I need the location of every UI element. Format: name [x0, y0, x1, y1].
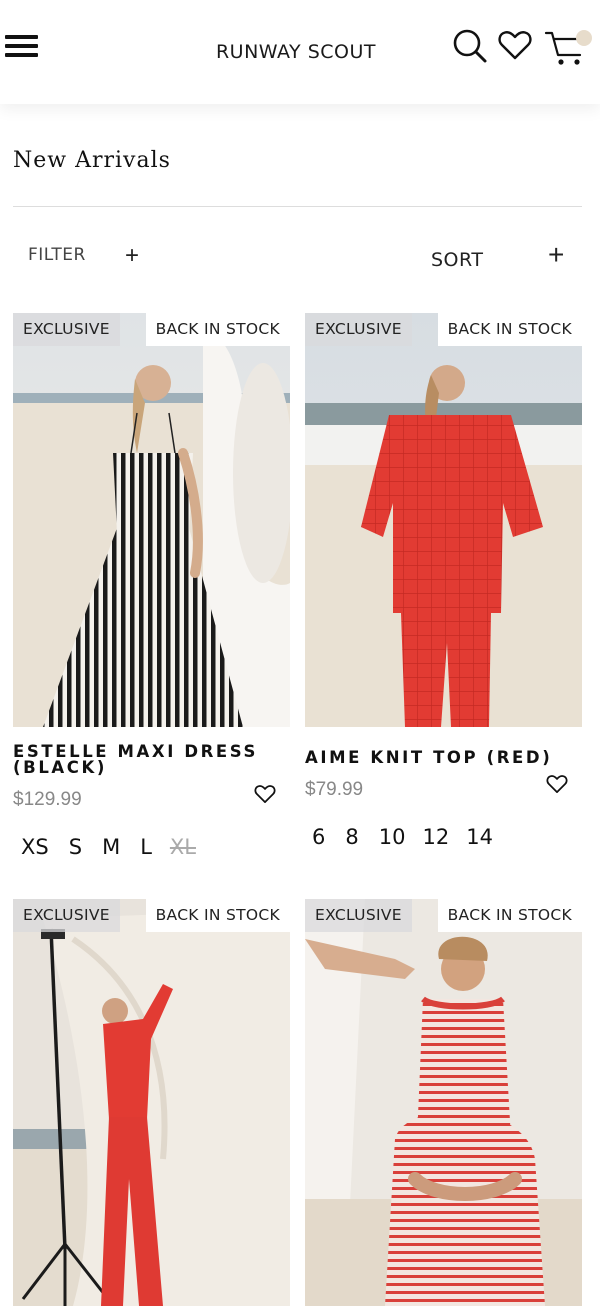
product-name[interactable]: AIME KNIT TOP (RED) [305, 749, 582, 766]
badge-exclusive: EXCLUSIVE [13, 313, 120, 346]
size-option[interactable]: 10 [379, 825, 406, 849]
size-option[interactable]: 12 [422, 825, 449, 849]
site-header: RUNWAY SCOUT [0, 0, 600, 104]
badge-exclusive: EXCLUSIVE [13, 899, 120, 932]
badge-back-in-stock: BACK IN STOCK [437, 899, 582, 932]
sort-label: SORT [431, 249, 484, 271]
product-name[interactable]: ESTELLE MAXI DRESS (BLACK) [13, 743, 290, 776]
search-icon[interactable] [452, 28, 488, 64]
menu-icon[interactable] [5, 33, 39, 61]
size-options: 6 8 10 12 14 [305, 825, 493, 849]
filter-button[interactable]: FILTER + [28, 242, 139, 269]
size-option[interactable]: 8 [345, 825, 358, 849]
product-image[interactable]: EXCLUSIVE BACK IN STOCK [305, 313, 582, 727]
size-option[interactable]: XS [21, 835, 49, 859]
product-price: $79.99 [305, 779, 364, 800]
cart-count-badge [576, 30, 592, 46]
product-photo [305, 313, 582, 727]
product-photo [305, 899, 582, 1306]
product-price: $129.99 [13, 789, 82, 810]
product-card: EXCLUSIVE BACK IN STOCK [13, 899, 290, 1306]
product-image[interactable]: EXCLUSIVE BACK IN STOCK [13, 899, 290, 1306]
filter-plus-icon: + [125, 242, 140, 269]
wishlist-heart-icon[interactable] [254, 784, 276, 804]
page-title: New Arrivals [13, 148, 171, 173]
badge-exclusive: EXCLUSIVE [305, 899, 412, 932]
product-card: EXCLUSIVE BACK IN STOCK [305, 899, 582, 1306]
size-option[interactable]: S [69, 835, 82, 859]
product-image[interactable]: EXCLUSIVE BACK IN STOCK [305, 899, 582, 1306]
product-card: EXCLUSIVE BACK IN STOCK ESTELLE MAXI DRE… [13, 313, 290, 873]
heart-icon[interactable] [498, 29, 532, 61]
product-photo [13, 313, 290, 727]
sort-plus-icon: + [548, 239, 565, 270]
wishlist-heart-icon[interactable] [546, 774, 568, 794]
divider [13, 206, 582, 207]
product-photo [13, 899, 290, 1306]
size-option-unavailable: XL [169, 835, 196, 859]
size-option[interactable]: L [140, 835, 152, 859]
badge-back-in-stock: BACK IN STOCK [145, 899, 290, 932]
size-options: XS S M L XL [13, 835, 196, 859]
product-image[interactable]: EXCLUSIVE BACK IN STOCK [13, 313, 290, 727]
badge-back-in-stock: BACK IN STOCK [145, 313, 290, 346]
size-option[interactable]: M [102, 835, 120, 859]
size-option[interactable]: 14 [466, 825, 493, 849]
badge-back-in-stock: BACK IN STOCK [437, 313, 582, 346]
product-card: EXCLUSIVE BACK IN STOCK AIME KNIT TOP (R… [305, 313, 582, 873]
sort-button[interactable]: SORT + [431, 239, 564, 271]
site-logo[interactable]: RUNWAY SCOUT [200, 41, 392, 63]
filter-label: FILTER [28, 245, 86, 265]
badge-exclusive: EXCLUSIVE [305, 313, 412, 346]
size-option[interactable]: 6 [312, 825, 325, 849]
